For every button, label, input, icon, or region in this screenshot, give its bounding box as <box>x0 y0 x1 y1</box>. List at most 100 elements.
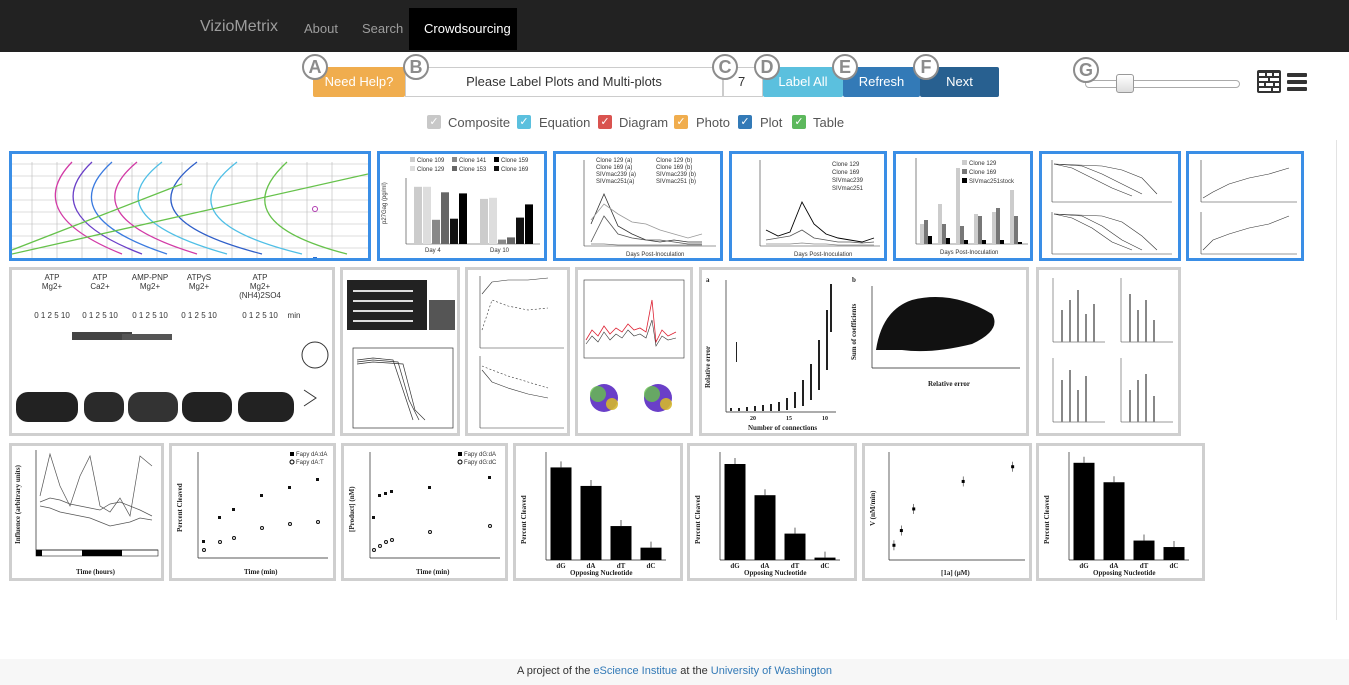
list-view-icon[interactable] <box>1287 72 1307 92</box>
svg-text:Days Post-Inoculation: Days Post-Inoculation <box>940 250 998 256</box>
thumb-bar-cleaved-1[interactable]: dG dA dT dC Percent Cleaved Opposing Nucleo… <box>513 443 683 581</box>
bar-clone-141 <box>498 239 506 244</box>
svg-text:Percent Cleaved: Percent Cleaved <box>694 495 702 544</box>
bar-cleaved-3-chart: dG dA dT dC Percent Cleaved Opposing Nucleo… <box>1043 452 1189 577</box>
bar-clone-169 <box>459 193 467 244</box>
grid-view-icon[interactable] <box>1257 70 1281 93</box>
svg-text:Mg2+: Mg2+ <box>42 282 63 291</box>
equation-checkbox[interactable]: ✓ <box>517 115 531 129</box>
thumb-bar-cleaved-3[interactable]: dG dA dT dC Percent Cleaved Opposing Nucleo… <box>1036 443 1205 581</box>
thumb-line-siv[interactable]: Clone 129 Clone 169 SIVmac239 SIVmac251 … <box>729 151 887 261</box>
svg-text:Day 4: Day 4 <box>425 248 441 254</box>
thumb-velocity[interactable]: V (nM/min) [1a] (μM) <box>862 443 1032 581</box>
svg-text:Time (min): Time (min) <box>416 568 450 576</box>
influence-chart: Influence (arbitrary units) Time (hours) <box>14 450 159 576</box>
bar-dA <box>1103 482 1125 560</box>
thumb-nomogram[interactable] <box>9 151 371 261</box>
svg-text:Mg2+: Mg2+ <box>189 282 210 291</box>
page-scrollbar[interactable] <box>1336 140 1349 620</box>
svg-text:SIVmac239 (a): SIVmac239 (a) <box>596 172 636 178</box>
bar-cleaved-1-chart: dG dA dT dC Percent Cleaved Opposing Nucleo… <box>520 452 666 577</box>
svg-text:Days Post-Inoculation: Days Post-Inoculation <box>626 252 684 258</box>
composite-checkbox[interactable]: ✓ <box>427 115 441 129</box>
thumb-bar-macrophages[interactable]: Clone 129 Clone 169 SIVmac251stock Days … <box>893 151 1033 261</box>
diagram-checkbox[interactable]: ✓ <box>598 115 612 129</box>
svg-text:Fapy dA:T: Fapy dA:T <box>296 460 324 466</box>
photo-label: Photo <box>696 115 730 130</box>
svg-text:Opposing Nucleotide: Opposing Nucleotide <box>570 569 632 577</box>
thumb-histogram-grid[interactable] <box>1036 267 1181 436</box>
diagram-label: Diagram <box>619 115 669 130</box>
brand-logo[interactable]: VizioMetrix <box>200 18 278 36</box>
marker-g: G <box>1073 57 1099 83</box>
tick-label: dG <box>730 562 740 570</box>
bar-dC <box>640 547 662 560</box>
zoom-slider[interactable] <box>1085 80 1240 88</box>
thumb-error-composite[interactable]: a b Relative error Number of connections… <box>699 267 1029 436</box>
footer-middle: at the <box>677 665 711 677</box>
composite-label: Composite <box>448 115 511 130</box>
bar-dC <box>1163 547 1185 560</box>
nav-link-about[interactable]: About <box>304 21 338 36</box>
svg-text:10: 10 <box>822 416 828 422</box>
thumb-time-series-pair[interactable] <box>465 267 570 436</box>
svg-text:Number of connections: Number of connections <box>748 424 817 432</box>
svg-text:Clone 129 (b): Clone 129 (b) <box>656 158 692 164</box>
table-checkbox[interactable]: ✓ <box>792 115 806 129</box>
multi-dose-chart <box>1051 160 1172 255</box>
svg-text:Clone 129: Clone 129 <box>832 162 860 168</box>
thumb-curve-pair[interactable] <box>1186 151 1304 261</box>
svg-text:SIVmac251 (b): SIVmac251 (b) <box>656 179 696 185</box>
line-clones-chart: Clone 129 (a) Clone 129 (b) Clone 169 (a)… <box>583 158 716 258</box>
svg-text:Clone 129: Clone 129 <box>417 167 445 173</box>
time-series-pair-chart <box>479 276 564 429</box>
photo-checkbox[interactable]: ✓ <box>674 115 688 129</box>
thumb-protein-composite[interactable] <box>575 267 693 436</box>
svg-text:Clone 129 (a): Clone 129 (a) <box>596 158 632 164</box>
bar-clone-109 <box>414 186 422 244</box>
plot-checkbox[interactable]: ✓ <box>738 115 752 129</box>
zoom-slider-handle[interactable] <box>1116 74 1134 93</box>
thumb-product-time[interactable]: Fapy dG:dA Fapy dG:dC [Product] (nM) Tim… <box>341 443 508 581</box>
svg-text:Clone 141: Clone 141 <box>459 158 487 164</box>
marker-d: D <box>754 54 780 80</box>
svg-text:min: min <box>288 311 301 320</box>
product-time-chart: Fapy dG:dA Fapy dG:dC [Product] (nM) Tim… <box>348 452 500 576</box>
thumb-influence[interactable]: Influence (arbitrary units) Time (hours) <box>9 443 164 581</box>
gel-blot-image: ATPMg2+ ATPCa2+ AMP-PNPMg2+ ATPγSMg2+ AT… <box>16 273 329 422</box>
svg-text:Time (min): Time (min) <box>244 568 278 576</box>
thumb-gel-composite[interactable] <box>340 267 460 436</box>
thumb-percent-cleaved-time[interactable]: Fapy dA:dA Fapy dA:T Percent Cleaved Tim… <box>169 443 336 581</box>
uw-link[interactable]: University of Washington <box>711 665 832 677</box>
escience-link[interactable]: eScience Institue <box>593 665 677 677</box>
marker-b: B <box>403 54 429 80</box>
tick-label: dC <box>647 562 656 570</box>
nav-link-search[interactable]: Search <box>362 21 403 36</box>
marker-a: A <box>302 54 328 80</box>
gel-composite-image <box>347 280 455 429</box>
footer-prefix: A project of the <box>516 665 594 677</box>
thumb-multi-dose[interactable] <box>1039 151 1181 261</box>
tick-label: dC <box>1170 562 1179 570</box>
svg-text:Sum of coefficients: Sum of coefficients <box>850 303 858 360</box>
thumb-line-clones[interactable]: Clone 129 (a) Clone 129 (b) Clone 169 (a)… <box>553 151 723 261</box>
svg-text:0 1 2 5 10: 0 1 2 5 10 <box>34 311 70 320</box>
svg-text:Clone 169: Clone 169 <box>501 167 529 173</box>
nomogram-image <box>12 161 368 258</box>
svg-text:Clone 129: Clone 129 <box>969 161 997 167</box>
thumb-gel-blot[interactable]: ATP Mg2+ ATP Ca2+ AMP-PNP Mg2+ ATPγS Mg2+ AT… <box>9 267 335 436</box>
marker-c: C <box>712 54 738 80</box>
svg-text:Mg2+: Mg2+ <box>250 282 271 291</box>
svg-text:SIVmac239: SIVmac239 <box>832 178 864 184</box>
line-siv-chart: Clone 129 Clone 169 SIVmac239 SIVmac251 … <box>759 160 880 258</box>
thumb-bar-clones[interactable]: Clone 109 Clone 141 Clone 159 Clone 129 … <box>377 151 547 261</box>
svg-text:0 1 2 5 10: 0 1 2 5 10 <box>82 311 118 320</box>
bar-clone-169 <box>525 204 533 244</box>
thumb-bar-cleaved-2[interactable]: dG dA dT dC Percent Cleaved Opposing Nucleo… <box>687 443 857 581</box>
toolbar: A Need Help? B Please Label Plots and Mu… <box>0 52 1349 112</box>
nav-link-crowdsourcing[interactable]: Crowdsourcing <box>409 8 517 50</box>
svg-text:0 1 2 5 10: 0 1 2 5 10 <box>132 311 168 320</box>
bar-clone-159 <box>450 218 458 244</box>
svg-text:Days Post-Inoculation: Days Post-Inoculation <box>794 252 852 258</box>
svg-text:V (nM/min): V (nM/min) <box>869 490 877 526</box>
